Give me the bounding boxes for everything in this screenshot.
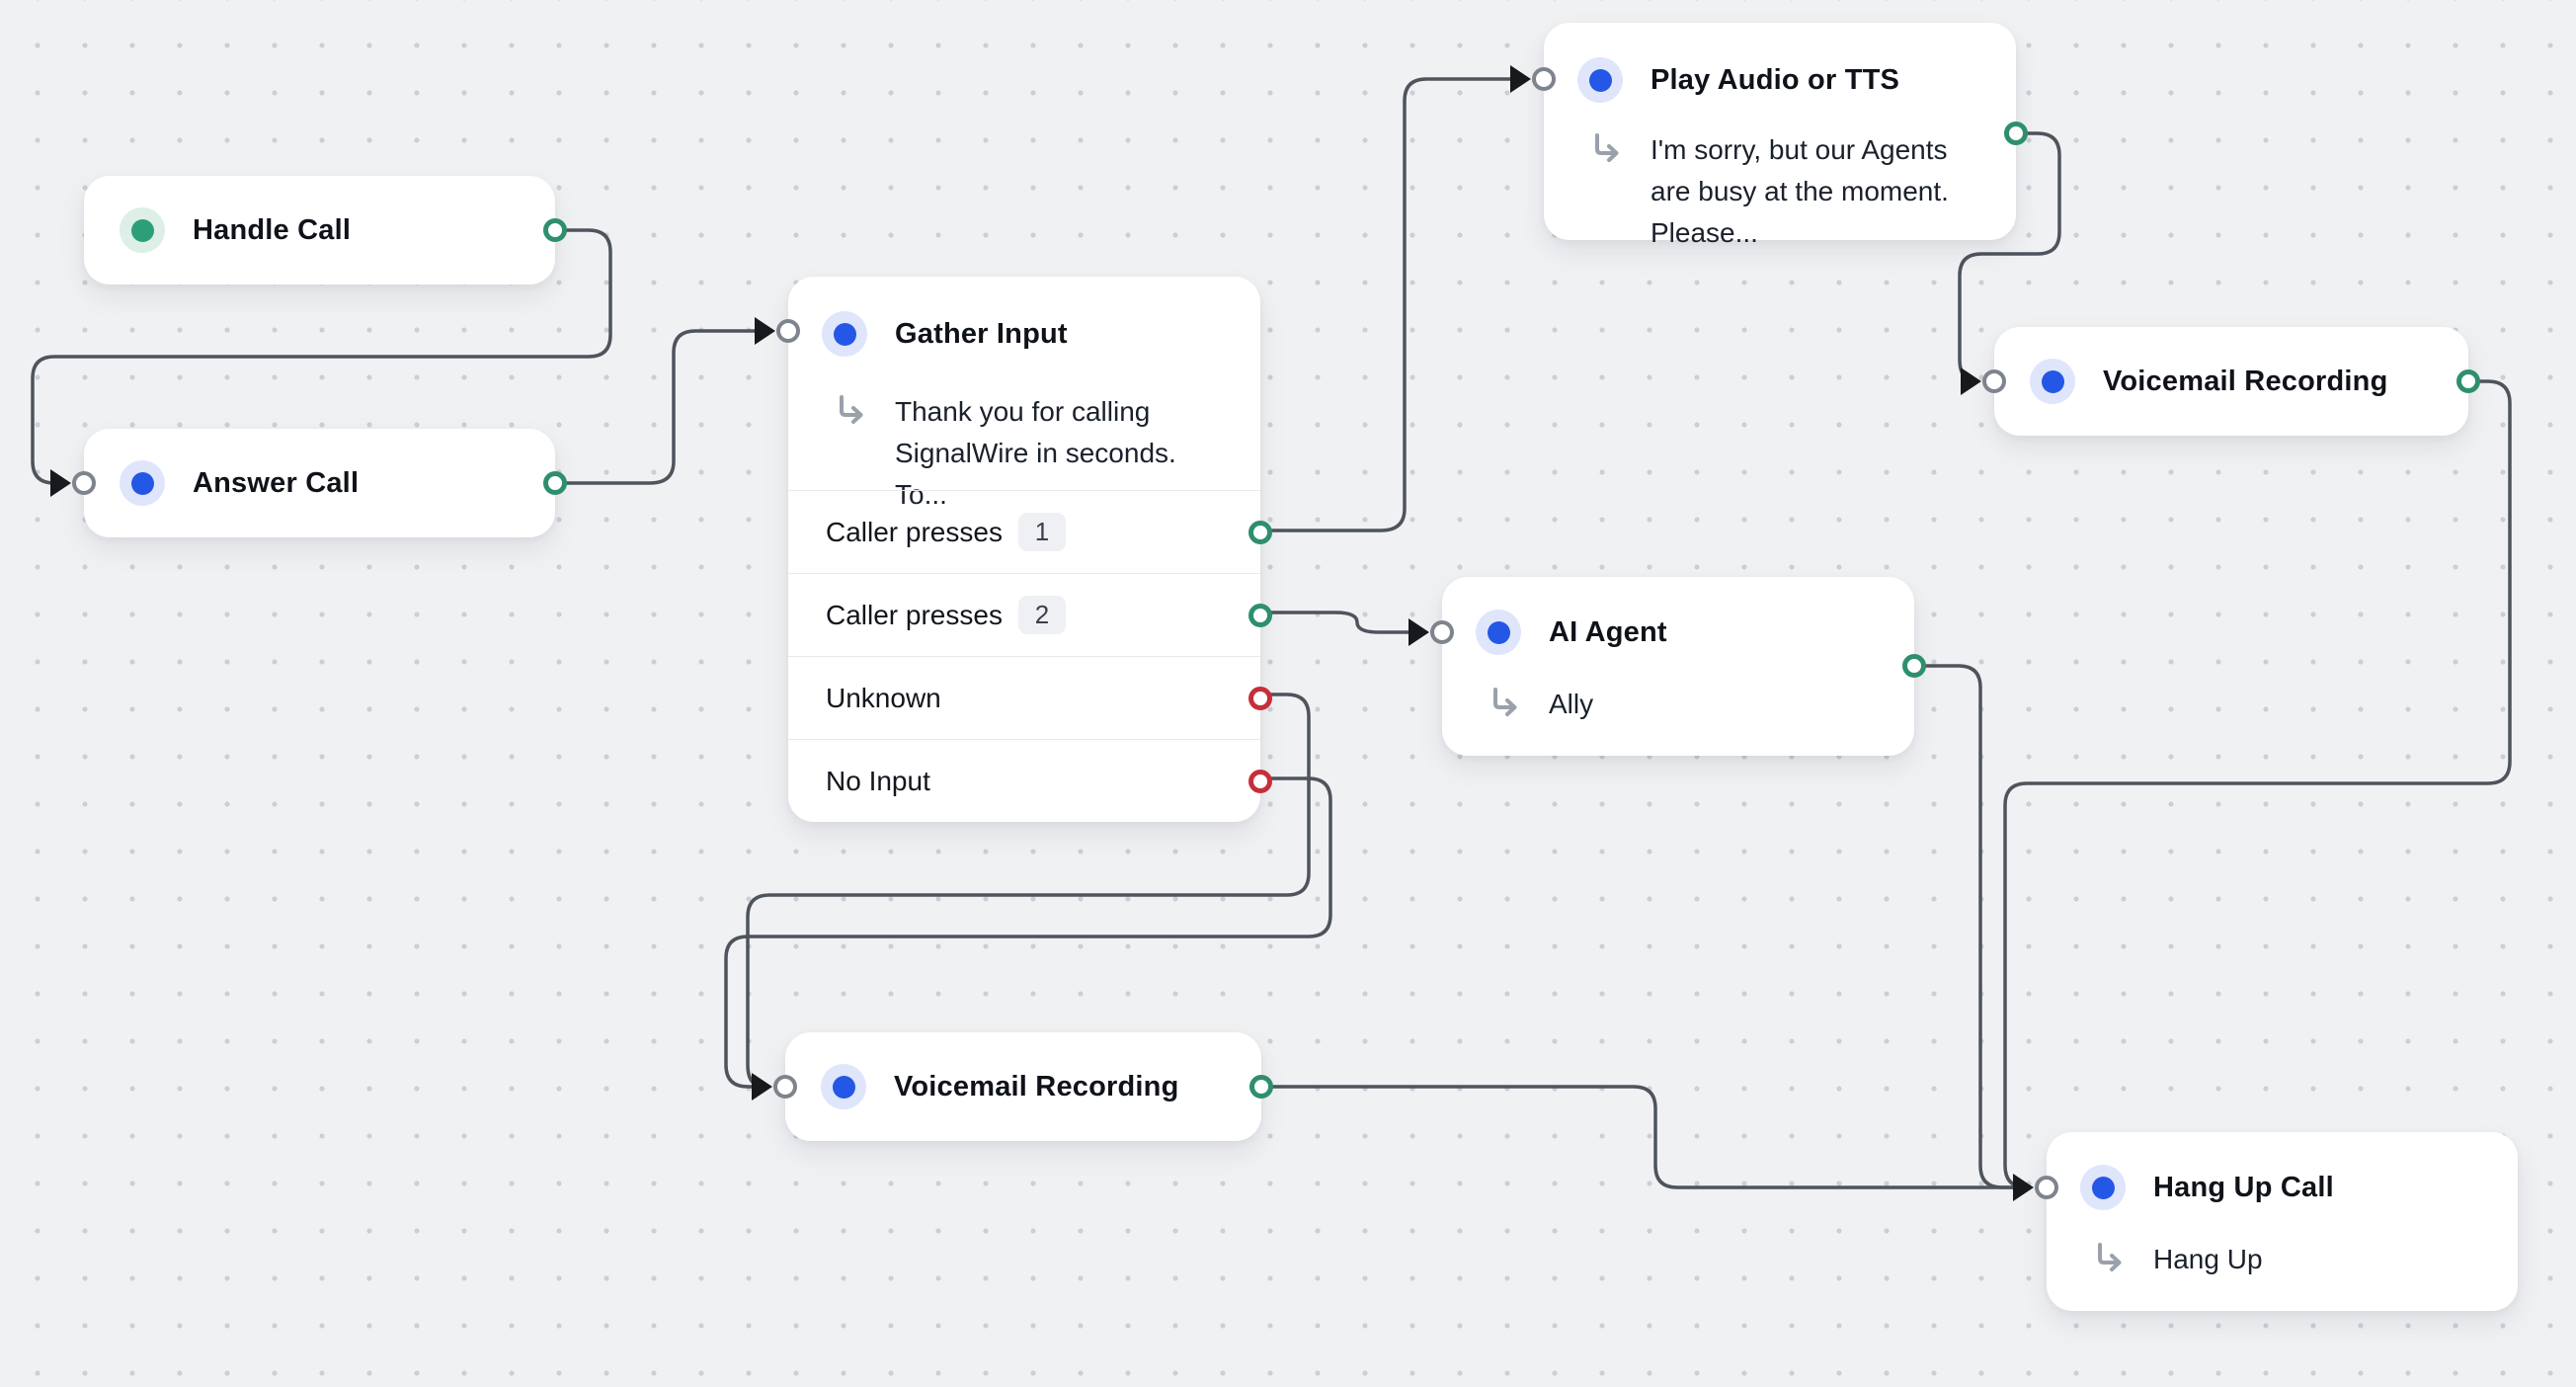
node-title: Voicemail Recording: [2103, 366, 2388, 398]
node-title: Voicemail Recording: [894, 1071, 1179, 1103]
input-port[interactable]: [773, 1075, 797, 1099]
input-port[interactable]: [1430, 620, 1454, 644]
wire-ai-agent-to-hangup[interactable]: [1922, 666, 2026, 1187]
input-arrow-icon: [1961, 367, 1981, 395]
output-row-caller-presses-1[interactable]: Caller presses 1: [788, 490, 1260, 573]
key-badge: 1: [1018, 513, 1066, 551]
input-port[interactable]: [1982, 369, 2006, 393]
wire-press1-to-play-audio[interactable]: [1268, 79, 1523, 530]
prompt-arrow-icon: [836, 393, 869, 427]
wire-voicemail-right-to-hangup[interactable]: [2005, 381, 2510, 1187]
node-title: Gather Input: [895, 318, 1068, 351]
wire-press2-to-ai-agent[interactable]: [1268, 612, 1421, 632]
output-port[interactable]: [1249, 1075, 1273, 1099]
flow-canvas[interactable]: Handle Call Answer Call Gather Input Tha…: [0, 0, 2576, 1387]
output-port[interactable]: [2004, 122, 2028, 145]
node-gather-input[interactable]: Gather Input Thank you for calling Signa…: [788, 277, 1260, 822]
output-row-caller-presses-2[interactable]: Caller presses 2: [788, 573, 1260, 656]
output-row-unknown[interactable]: Unknown: [788, 656, 1260, 739]
prompt-arrow-icon: [1591, 131, 1625, 165]
node-voicemail-recording-bottom[interactable]: Voicemail Recording: [785, 1032, 1261, 1141]
node-title: AI Agent: [1549, 616, 1667, 649]
output-row-label: Caller presses: [826, 600, 1003, 631]
wire-answer-to-gather[interactable]: [563, 331, 767, 483]
output-port[interactable]: [1902, 654, 1926, 678]
prompt-arrow-icon: [2094, 1241, 2128, 1274]
output-port[interactable]: [2456, 369, 2480, 393]
input-arrow-icon: [2013, 1174, 2034, 1201]
node-type-icon: [2080, 1165, 2126, 1210]
node-voicemail-recording-right[interactable]: Voicemail Recording: [1994, 327, 2468, 436]
node-type-icon: [2030, 359, 2075, 404]
node-subtitle: Ally: [1549, 684, 1593, 725]
node-play-audio-or-tts[interactable]: Play Audio or TTS I'm sorry, but our Age…: [1544, 23, 2016, 240]
node-subtitle: I'm sorry, but our Agents are busy at th…: [1650, 129, 1986, 254]
node-type-icon: [1577, 57, 1623, 103]
output-row-label: Caller presses: [826, 517, 1003, 548]
node-subtitle: Hang Up: [2153, 1239, 2263, 1280]
output-row-label: No Input: [826, 766, 930, 797]
node-type-icon: [1476, 610, 1521, 655]
input-port[interactable]: [776, 319, 800, 343]
key-badge: 2: [1018, 596, 1066, 634]
output-row-no-input[interactable]: No Input: [788, 739, 1260, 822]
wire-voicemail-bottom-to-hangup[interactable]: [1269, 1087, 2026, 1187]
input-arrow-icon: [752, 1073, 772, 1101]
node-answer-call[interactable]: Answer Call: [84, 429, 555, 537]
node-type-icon: [822, 311, 867, 357]
input-port[interactable]: [72, 471, 96, 495]
error-output-port[interactable]: [1248, 770, 1272, 793]
node-type-icon: [120, 460, 165, 506]
input-arrow-icon: [1409, 618, 1429, 646]
error-output-port[interactable]: [1248, 687, 1272, 710]
node-title: Handle Call: [193, 214, 351, 247]
input-port[interactable]: [1532, 67, 1556, 91]
node-title: Play Audio or TTS: [1650, 64, 1899, 97]
output-port[interactable]: [543, 471, 567, 495]
input-port[interactable]: [2035, 1176, 2058, 1199]
node-hang-up-call[interactable]: Hang Up Call Hang Up: [2047, 1132, 2518, 1311]
output-port[interactable]: [1248, 604, 1272, 627]
prompt-arrow-icon: [1489, 686, 1523, 719]
output-port[interactable]: [543, 218, 567, 242]
input-arrow-icon: [755, 317, 775, 345]
node-type-icon: [120, 207, 165, 253]
node-handle-call[interactable]: Handle Call: [84, 176, 555, 285]
node-type-icon: [821, 1064, 866, 1109]
input-arrow-icon: [50, 469, 71, 497]
output-port[interactable]: [1248, 521, 1272, 544]
node-title: Answer Call: [193, 467, 359, 500]
output-row-label: Unknown: [826, 683, 941, 714]
node-ai-agent[interactable]: AI Agent Ally: [1442, 577, 1914, 756]
node-title: Hang Up Call: [2153, 1172, 2334, 1204]
input-arrow-icon: [1510, 65, 1531, 93]
